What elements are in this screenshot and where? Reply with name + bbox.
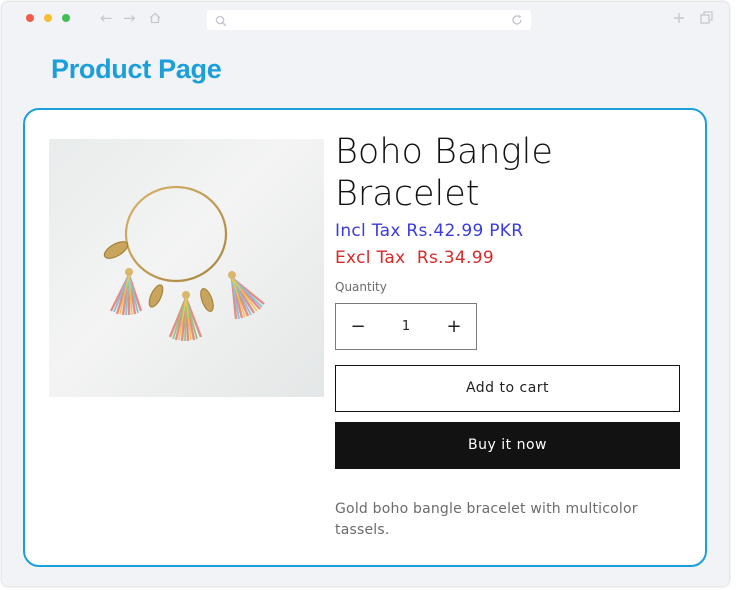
reload-icon[interactable] bbox=[511, 13, 523, 31]
buy-now-button[interactable]: Buy it now bbox=[335, 422, 680, 469]
tassel-middle bbox=[168, 291, 203, 342]
quantity-stepper: − 1 + bbox=[335, 303, 477, 350]
home-icon[interactable] bbox=[149, 11, 161, 27]
address-bar[interactable] bbox=[207, 10, 531, 30]
page-title: Product Page bbox=[51, 54, 222, 84]
product-description: Gold boho bangle bracelet with multicolo… bbox=[335, 501, 638, 538]
close-window-button[interactable] bbox=[26, 14, 34, 22]
search-icon bbox=[215, 14, 227, 32]
tassel-right bbox=[228, 271, 265, 320]
add-to-cart-button[interactable]: Add to cart bbox=[335, 365, 680, 412]
browser-window: ← → Product Page Boho Bangle Bracelet In… bbox=[2, 2, 729, 586]
product-card: Boho Bangle Bracelet Incl Tax Rs.42.99 P… bbox=[23, 108, 707, 567]
tabs-icon[interactable] bbox=[700, 11, 713, 27]
browser-toolbar: ← → bbox=[2, 2, 729, 36]
price-excl-tax: Excl Tax Rs.34.99 bbox=[335, 248, 494, 268]
quantity-label: Quantity bbox=[335, 280, 387, 294]
increase-quantity-button[interactable]: + bbox=[432, 304, 476, 349]
forward-arrow-icon[interactable]: → bbox=[123, 10, 136, 26]
maximize-window-button[interactable] bbox=[62, 14, 70, 22]
product-title: Boho Bangle Bracelet bbox=[335, 132, 553, 214]
price-incl-tax: Incl Tax Rs.42.99 PKR bbox=[335, 221, 524, 241]
tassel-left bbox=[109, 268, 143, 316]
quantity-input[interactable]: 1 bbox=[380, 304, 432, 349]
back-arrow-icon[interactable]: ← bbox=[100, 10, 113, 26]
minimize-window-button[interactable] bbox=[44, 14, 52, 22]
decrease-quantity-button[interactable]: − bbox=[336, 304, 380, 349]
bracelet-image bbox=[103, 185, 265, 342]
new-tab-icon[interactable] bbox=[673, 11, 685, 27]
product-image[interactable] bbox=[49, 139, 324, 397]
